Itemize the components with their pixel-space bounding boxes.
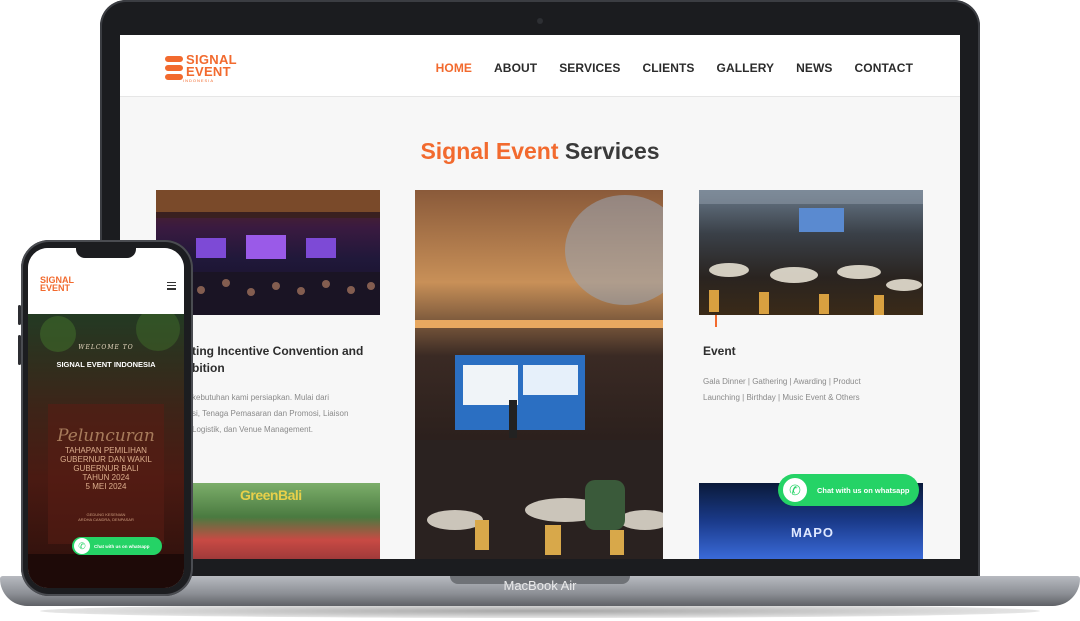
poster-venue: GEDUNG KESENIAN ARDHA CANDRA, DENPASAR bbox=[28, 512, 184, 522]
poster-line2: GUBERNUR DAN WAKIL bbox=[60, 455, 152, 464]
laptop-screen: SIGNAL EVENT INDONESIA HOME ABOUT SERVIC… bbox=[120, 35, 960, 559]
greenbali-photo[interactable]: GreenBali bbox=[192, 483, 380, 559]
event-text-line2: Launching | Birthday | Music Event & Oth… bbox=[703, 393, 860, 402]
nav-contact[interactable]: CONTACT bbox=[855, 61, 913, 75]
nav-home[interactable]: HOME bbox=[436, 61, 472, 75]
phone-notch bbox=[76, 246, 136, 258]
mobile-hero-title: SIGNAL EVENT INDONESIA bbox=[56, 360, 156, 369]
mobile-logo-line2: EVENT bbox=[40, 283, 71, 293]
nav-about[interactable]: ABOUT bbox=[494, 61, 537, 75]
heading-dark: Services bbox=[564, 138, 660, 164]
mobile-welcome: WELCOME TO bbox=[78, 344, 134, 351]
logo-line2: EVENT bbox=[186, 64, 231, 79]
poster-line1: TAHAPAN PEMILIHAN bbox=[65, 446, 147, 455]
event-photo-art bbox=[699, 190, 923, 315]
site-header: SIGNAL EVENT INDONESIA HOME ABOUT SERVIC… bbox=[120, 35, 960, 97]
nav-gallery[interactable]: GALLERY bbox=[717, 61, 775, 75]
whatsapp-label: Chat with us on whatsapp bbox=[817, 485, 910, 495]
conference-photo-art bbox=[415, 195, 663, 559]
whatsapp-icon: ✆ bbox=[780, 475, 810, 505]
event-title: Event bbox=[703, 344, 736, 358]
mobile-whatsapp-label: Chat with us on whatsapp bbox=[94, 543, 150, 549]
poster-script: Peluncuran bbox=[57, 426, 155, 446]
hamburger-menu-icon[interactable] bbox=[167, 282, 176, 292]
event-text-line1: Gala Dinner | Gathering | Awarding | Pro… bbox=[703, 377, 861, 386]
mice-title: ting Incentive Convention and bition bbox=[192, 343, 382, 377]
mice-title-line2: bition bbox=[192, 361, 225, 375]
mice-description: kebutuhan kami persiapkan. Mulai dari si… bbox=[192, 390, 382, 438]
mice-text-line2: si, Tenaga Pemasaran dan Promosi, Liaiso… bbox=[192, 409, 349, 418]
phone-side-button bbox=[18, 305, 21, 325]
logo-s-icon bbox=[165, 56, 183, 82]
services-heading: Signal Event Services bbox=[120, 138, 960, 165]
site-logo[interactable]: SIGNAL EVENT INDONESIA bbox=[165, 53, 237, 84]
mobile-logo[interactable]: SIGNAL EVENT bbox=[40, 276, 74, 293]
nav-clients[interactable]: CLIENTS bbox=[642, 61, 694, 75]
whatsapp-chat-button[interactable]: ✆ Chat with us on whatsapp bbox=[778, 474, 919, 506]
event-description: Gala Dinner | Gathering | Awarding | Pro… bbox=[703, 374, 918, 406]
stage-banner-text: MAPO bbox=[791, 525, 834, 540]
mice-text-line1: kebutuhan kami persiapkan. Mulai dari bbox=[192, 393, 329, 402]
event-photo[interactable] bbox=[699, 190, 923, 315]
poster-line3: GUBERNUR BALI bbox=[73, 464, 139, 473]
poster-venue-line2: ARDHA CANDRA, DENPASAR bbox=[78, 517, 134, 522]
mobile-whatsapp-icon: ✆ bbox=[74, 538, 90, 554]
heading-orange: Signal Event bbox=[420, 138, 559, 164]
nav-services[interactable]: SERVICES bbox=[559, 61, 620, 75]
laptop-shadow bbox=[40, 604, 1040, 618]
poster-line4: TAHUN 2024 bbox=[82, 473, 130, 482]
laptop-camera bbox=[537, 18, 543, 24]
phone-volume-button bbox=[18, 335, 21, 365]
mice-text-line3: Logistik, dan Venue Management. bbox=[192, 425, 313, 434]
nav-news[interactable]: NEWS bbox=[796, 61, 832, 75]
greenbali-sign: GreenBali bbox=[240, 487, 302, 503]
event-accent-line bbox=[715, 315, 717, 327]
mobile-whatsapp-button[interactable]: ✆ Chat with us on whatsapp bbox=[72, 537, 162, 555]
mice-title-line1: ting Incentive Convention and bbox=[192, 344, 364, 358]
conference-photo[interactable] bbox=[415, 190, 663, 559]
poster-date: 5 MEI 2024 bbox=[85, 482, 127, 491]
phone-screen: SIGNAL EVENT WELCOME TO SIGNAL EVENT IND… bbox=[28, 248, 184, 588]
poster-text: TAHAPAN PEMILIHAN GUBERNUR DAN WAKIL GUB… bbox=[28, 446, 184, 491]
main-nav: HOME ABOUT SERVICES CLIENTS GALLERY NEWS… bbox=[436, 61, 913, 75]
